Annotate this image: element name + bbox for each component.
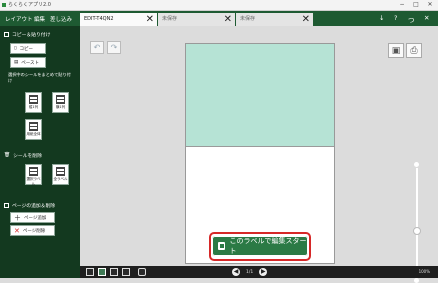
zoom-slider-thumb[interactable] (413, 227, 421, 235)
section-icon (4, 203, 9, 208)
start-label: このラベルで編集スタート (229, 237, 307, 255)
editor-canvas: ↶ ↷ ▣ ⎙ このラベルで編集スタート (80, 26, 438, 283)
selected-label-icon (29, 167, 38, 176)
title-bar: らくらくアプリ2.0 − □ ✕ (0, 0, 438, 11)
bottom-toolbar: ◀ 1/1 ▶ 100% (80, 266, 438, 278)
section-title: コピー＆貼り付け (12, 33, 51, 38)
minimize-button[interactable]: − (396, 0, 408, 10)
save-icon[interactable]: ▣ (388, 43, 404, 58)
tab-document-active[interactable]: EDIT-T4QN2 ✕ (80, 13, 157, 26)
zoom-slider-track[interactable] (416, 168, 418, 278)
close-icon[interactable]: ✕ (146, 13, 154, 26)
label-cell-1[interactable] (186, 44, 334, 147)
menu-tab-bar: レイアウト 編集 差し込み EDIT-T4QN2 ✕ 未保存 ✕ 未保存 ✕ ↓… (0, 11, 438, 26)
delete-selected-button[interactable]: 選択ラベル (25, 164, 42, 186)
copy-icon: ▯ (14, 46, 17, 51)
view-list-icon[interactable] (110, 268, 118, 276)
section-copy-paste: コピー＆貼り付け (4, 31, 50, 38)
paste-icon: ▤ (14, 60, 19, 65)
section-delete-label: 🗑 シールを削除 (4, 152, 42, 159)
tile-label: 横1列 (55, 105, 66, 109)
add-page-label: ページ追加 (24, 215, 47, 221)
trash-icon: 🗑 (4, 153, 11, 158)
paste-row-button[interactable]: 横1列 (52, 92, 69, 113)
copy-label: コピー (19, 46, 33, 52)
paste-column-button[interactable]: 縦1列 (25, 92, 42, 113)
tab-label: 未保存 (162, 16, 178, 22)
lock-icon[interactable] (138, 268, 146, 276)
tile-label: 全ラベル (53, 177, 68, 181)
close-tab-icon[interactable]: ✕ (424, 14, 429, 22)
tile-label: 選択ラベル (26, 177, 41, 186)
zoom-in-dot[interactable] (414, 162, 419, 167)
delete-page-label: ページ削除 (22, 228, 46, 234)
column-icon (29, 95, 38, 104)
sidebar: コピー＆貼り付け ▯ コピー ▤ ペースト 選択中のシールをまとめて貼り付け 縦… (0, 26, 80, 278)
view-page-icon[interactable] (98, 268, 106, 276)
paste-button[interactable]: ▤ ペースト (10, 57, 46, 68)
tab-label: 未保存 (240, 16, 256, 22)
section-title: シールを削除 (13, 154, 42, 159)
app-icon (2, 3, 6, 7)
paste-note: 選択中のシールをまとめて貼り付け (8, 72, 71, 83)
edit-icon (218, 242, 226, 250)
window-title: らくらくアプリ2.0 (8, 2, 51, 8)
close-icon[interactable]: ✕ (224, 13, 232, 26)
tile-label: 縦1列 (28, 105, 39, 109)
tab-document-3[interactable]: 未保存 ✕ (236, 13, 313, 26)
plus-icon: ＋ (14, 213, 21, 222)
paste-sheet-button[interactable]: 用紙全体 (25, 119, 42, 140)
prev-page-icon[interactable]: ◀ (232, 268, 240, 276)
tab-document-2[interactable]: 未保存 ✕ (158, 13, 235, 26)
start-editing-button[interactable]: このラベルで編集スタート (212, 236, 308, 256)
zoom-level: 100% (418, 269, 430, 274)
label-sheet (185, 43, 335, 264)
maximize-button[interactable]: □ (410, 0, 422, 10)
copy-button[interactable]: ▯ コピー (10, 43, 46, 54)
view-fit-icon[interactable] (122, 268, 130, 276)
menu-layout[interactable]: レイアウト (5, 15, 33, 23)
paste-label: ペースト (21, 60, 40, 66)
page-indicator: 1/1 (246, 269, 254, 275)
tile-label: 用紙全体 (26, 132, 41, 136)
help-icon[interactable]: ? (394, 14, 397, 22)
section-title: ページの追加＆削除 (12, 204, 56, 209)
add-page-button[interactable]: ＋ ページ追加 (10, 212, 55, 223)
all-labels-icon (56, 167, 65, 176)
view-grid-icon[interactable] (86, 268, 94, 276)
redo-icon[interactable]: ↷ (107, 41, 121, 54)
window-close-button[interactable]: ✕ (424, 0, 436, 10)
section-page: ページの追加＆削除 (4, 202, 55, 209)
print-icon[interactable]: ⎙ (406, 43, 422, 58)
delete-all-button[interactable]: 全ラベル (52, 164, 69, 185)
sheet-icon (29, 122, 38, 131)
menu-merge[interactable]: 差し込み (50, 15, 72, 23)
pager: ◀ 1/1 ▶ (232, 268, 268, 276)
delete-page-button[interactable]: ✕ ページ削除 (10, 225, 55, 236)
tab-label: EDIT-T4QN2 (84, 16, 114, 22)
undo-icon[interactable]: ↶ (90, 41, 104, 54)
close-icon[interactable]: ✕ (302, 13, 310, 26)
menu-edit[interactable]: 編集 (34, 15, 45, 23)
download-icon[interactable]: ↓ (379, 14, 384, 22)
return-icon[interactable]: つ (408, 14, 415, 24)
row-icon (56, 95, 65, 104)
section-icon (4, 32, 9, 37)
zoom-out-dot[interactable] (414, 278, 419, 283)
next-page-icon[interactable]: ▶ (259, 268, 268, 276)
delete-icon: ✕ (14, 226, 20, 235)
